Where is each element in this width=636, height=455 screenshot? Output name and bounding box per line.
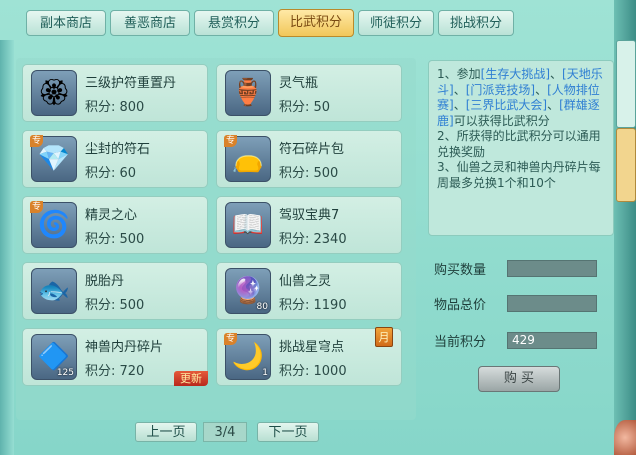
item-name: 灵气瓶 xyxy=(279,76,319,91)
page-indicator: 3/4 xyxy=(203,422,247,442)
rule-line-2: 2、所获得的比武积分可以通用兑换奖励 xyxy=(437,129,601,159)
item-name: 三级护符重置丹 xyxy=(85,76,177,91)
open-book-icon: 📖 xyxy=(225,202,271,248)
item-name: 符石碎片包 xyxy=(279,142,345,157)
event-link[interactable]: [三界比武大会] xyxy=(466,98,547,112)
item-name: 仙兽之灵 xyxy=(279,274,332,289)
right-side-strip xyxy=(614,0,636,455)
current-points-field: 429 xyxy=(507,332,597,349)
quantity-input[interactable] xyxy=(507,260,597,277)
shop-item[interactable]: 👝 专 符石碎片包 积分: 500 xyxy=(216,130,402,188)
shop-item[interactable]: 💎 专 尘封的符石 积分: 60 xyxy=(22,130,208,188)
shop-item[interactable]: 📖 驾驭宝典7 积分: 2340 xyxy=(216,196,402,254)
tab-karma-shop[interactable]: 善恶商店 xyxy=(110,10,190,36)
side-tab-points-store[interactable] xyxy=(616,128,636,202)
event-link[interactable]: [生存大挑战] xyxy=(481,67,550,81)
quantity-label: 购买数量 xyxy=(434,263,487,278)
exclusive-tag: 专 xyxy=(30,135,44,147)
item-price: 积分: 800 xyxy=(85,100,145,115)
item-quantity: 80 xyxy=(256,302,268,312)
exclusive-tag: 专 xyxy=(224,333,238,345)
item-price: 积分: 1000 xyxy=(279,364,347,379)
shop-item[interactable]: 🔷 125 神兽内丹碎片 积分: 720 更新 xyxy=(22,328,208,386)
next-page-button[interactable]: 下一页 xyxy=(257,422,319,442)
item-price: 积分: 1190 xyxy=(279,298,347,313)
purple-crystal-icon: 🔷 125 xyxy=(31,334,77,380)
left-border xyxy=(0,40,14,455)
rule-line-1-suffix: 可以获得比武积分 xyxy=(453,113,550,128)
side-tab-store[interactable] xyxy=(616,40,636,128)
item-price: 积分: 50 xyxy=(279,100,331,115)
crescent-moon-icon: 🌙 专 1 xyxy=(224,333,271,380)
current-points-label: 当前积分 xyxy=(434,335,487,350)
shop-item[interactable]: 🏺 灵气瓶 积分: 50 xyxy=(216,64,402,122)
crystal-stone-icon: 💎 专 xyxy=(30,135,77,182)
buy-button[interactable]: 购 买 xyxy=(478,366,560,392)
monthly-badge: 月 xyxy=(375,327,393,347)
side-decoration xyxy=(614,420,636,455)
tab-dungeon-shop[interactable]: 副本商店 xyxy=(26,10,106,36)
shop-item[interactable]: 🌙 专 1 挑战星穹点 积分: 1000 月 xyxy=(216,327,402,386)
item-price: 积分: 500 xyxy=(279,166,339,181)
item-name: 驾驭宝典7 xyxy=(279,208,340,223)
blue-orb-icon: 🔮 80 xyxy=(225,268,271,314)
event-link[interactable]: [门派竞技场] xyxy=(466,83,535,97)
spirit-heart-icon: 🌀 专 xyxy=(30,201,77,248)
item-price: 积分: 500 xyxy=(85,298,145,313)
shop-item[interactable]: 🔮 80 仙兽之灵 积分: 1190 xyxy=(216,262,402,320)
exclusive-tag: 专 xyxy=(224,135,238,147)
exclusive-tag: 专 xyxy=(30,201,44,213)
item-price: 积分: 500 xyxy=(85,232,145,247)
rule-line-3: 3、仙兽之灵和神兽内丹碎片每周最多兑换1个和10个 xyxy=(437,160,601,190)
red-bag-icon: 👝 专 xyxy=(224,135,271,182)
rule-line-1-prefix: 1、参加 xyxy=(437,67,481,81)
tab-challenge-points[interactable]: 挑战积分 xyxy=(438,10,514,36)
item-name: 精灵之心 xyxy=(85,208,138,223)
item-price: 积分: 720 xyxy=(85,364,145,379)
tab-bounty-points[interactable]: 悬赏积分 xyxy=(194,10,274,36)
item-name: 脱胎丹 xyxy=(85,274,125,289)
prev-page-button[interactable]: 上一页 xyxy=(135,422,197,442)
item-quantity: 1 xyxy=(262,368,268,378)
item-price: 积分: 60 xyxy=(85,166,137,181)
item-name: 挑战星穹点 xyxy=(279,340,345,355)
item-name: 神兽内丹碎片 xyxy=(85,340,164,355)
item-name: 尘封的符石 xyxy=(85,142,151,157)
blue-fish-pill-icon: 🐟 xyxy=(31,268,77,314)
new-badge: 更新 xyxy=(174,371,208,386)
shop-item[interactable]: 🐟 脱胎丹 积分: 500 xyxy=(22,262,208,320)
gold-medallion-icon: 🏵 xyxy=(31,70,77,116)
shop-item[interactable]: 🏵 三级护符重置丹 积分: 800 xyxy=(22,64,208,122)
item-quantity: 125 xyxy=(56,368,74,378)
item-price: 积分: 2340 xyxy=(279,232,347,247)
tab-tournament-points[interactable]: 比武积分 xyxy=(278,9,354,37)
total-price-label: 物品总价 xyxy=(434,298,487,313)
vase-icon: 🏺 xyxy=(225,70,271,116)
tab-mentor-points[interactable]: 师徒积分 xyxy=(358,10,434,36)
shop-window: 副本商店 善恶商店 悬赏积分 比武积分 师徒积分 挑战积分 🏵 三级护符重置丹 … xyxy=(0,0,636,455)
rules-description: 1、参加[生存大挑战]、[天地乐斗]、[门派竞技场]、[人物排位赛]、[三界比武… xyxy=(428,60,614,236)
total-price-field xyxy=(507,295,597,312)
shop-item[interactable]: 🌀 专 精灵之心 积分: 500 xyxy=(22,196,208,254)
